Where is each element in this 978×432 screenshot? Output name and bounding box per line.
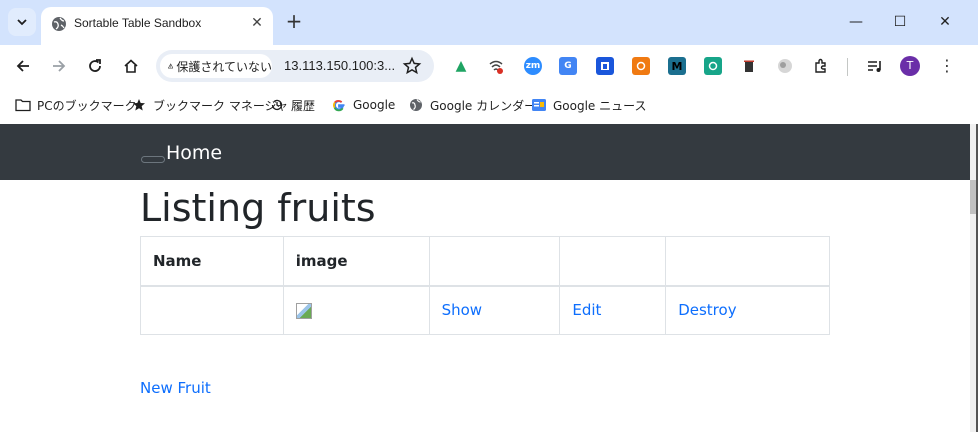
home-button[interactable]	[119, 54, 143, 78]
cell-destroy: Destroy	[665, 285, 830, 335]
back-button[interactable]	[11, 54, 35, 78]
bookmark-label: PCのブックマーク	[37, 98, 137, 113]
forward-button[interactable]	[47, 54, 71, 78]
chevron-down-icon	[17, 19, 27, 26]
bookmark-pc[interactable]: PCのブックマーク	[15, 95, 137, 115]
new-tab-button[interactable]: +	[283, 10, 305, 32]
extension-green-icon[interactable]	[704, 57, 722, 75]
bookmark-star-icon[interactable]	[402, 56, 422, 76]
browser-window: Sortable Table Sandbox ✕ + — ☐ ✕ 保護されていな…	[0, 0, 978, 432]
url-text[interactable]: 13.113.150.100:3...	[284, 58, 395, 73]
column-header-edit	[559, 236, 667, 287]
new-fruit-link[interactable]: New Fruit	[140, 379, 211, 397]
destroy-link[interactable]: Destroy	[678, 301, 736, 319]
tab-close-icon[interactable]: ✕	[249, 15, 265, 31]
google-icon	[331, 97, 347, 113]
zoom-icon[interactable]: zm	[524, 57, 542, 75]
extension-m-icon[interactable]: M	[668, 57, 686, 75]
extension-gray-icon[interactable]	[776, 57, 794, 75]
reload-button[interactable]	[83, 54, 107, 78]
translate-icon[interactable]: G	[559, 57, 577, 75]
bookmark-history[interactable]: 履歴	[269, 95, 315, 115]
page-viewport: Home Listing fruits Name image Show Edit…	[0, 124, 978, 432]
home-icon	[124, 59, 138, 73]
extension-blue-icon[interactable]	[596, 57, 614, 75]
bookmarks-bar: PCのブックマーク ブックマーク マネージャ 履歴 Google Google …	[0, 87, 978, 124]
star-icon	[131, 97, 147, 113]
close-window-button[interactable]: ✕	[931, 10, 959, 34]
tab-strip: Sortable Table Sandbox ✕ + — ☐ ✕	[0, 0, 978, 45]
reload-icon	[89, 59, 101, 72]
security-chip[interactable]: 保護されていない	[160, 54, 272, 78]
trash-icon[interactable]	[740, 57, 758, 75]
bookmark-google[interactable]: Google	[331, 95, 395, 115]
browser-toolbar: 保護されていない 13.113.150.100:3... ▲ zm G M T …	[0, 45, 978, 87]
history-icon	[269, 97, 285, 113]
navbar: Home	[0, 124, 970, 180]
menu-kebab-icon[interactable]: ⋮	[937, 55, 957, 77]
column-header-name: Name	[140, 236, 284, 287]
fruits-table: Name image Show Edit Destroy	[140, 236, 830, 335]
bookmark-google-news[interactable]: Google ニュース	[531, 95, 647, 115]
cell-show: Show	[428, 285, 561, 335]
globe-icon	[51, 16, 67, 32]
bookmark-manager[interactable]: ブックマーク マネージャ	[131, 95, 288, 115]
tab-search-button[interactable]	[8, 8, 36, 36]
bookmark-label: Google	[353, 98, 396, 112]
table-header-row: Name image	[140, 236, 830, 287]
warning-icon	[168, 63, 174, 69]
minimize-button[interactable]: —	[842, 10, 870, 34]
media-control-icon[interactable]	[866, 57, 884, 75]
arrow-left-icon	[16, 60, 29, 72]
toolbar-divider	[847, 58, 848, 76]
bookmark-label: 履歴	[291, 98, 316, 113]
table-row: Show Edit Destroy	[140, 285, 830, 335]
cell-edit: Edit	[559, 285, 667, 335]
profile-avatar[interactable]: T	[900, 56, 920, 76]
google-news-icon	[531, 97, 547, 113]
broken-image-icon	[295, 302, 312, 319]
show-link[interactable]: Show	[442, 301, 482, 319]
column-header-image: image	[282, 236, 430, 287]
arrow-right-icon	[53, 60, 66, 72]
edit-link[interactable]: Edit	[572, 301, 601, 319]
globe-icon	[408, 97, 424, 113]
navbar-toggler-button[interactable]	[141, 156, 165, 163]
column-header-show	[428, 236, 561, 287]
extensions-puzzle-icon[interactable]	[812, 57, 830, 75]
tab-active[interactable]: Sortable Table Sandbox ✕	[41, 7, 273, 45]
extension-orange-icon[interactable]	[632, 57, 650, 75]
address-bar[interactable]: 保護されていない 13.113.150.100:3...	[156, 50, 434, 82]
cell-name	[140, 285, 284, 335]
maximize-button[interactable]: ☐	[886, 10, 914, 34]
page-title: Listing fruits	[140, 186, 376, 230]
bookmark-google-calendar[interactable]: Google カレンダー	[408, 95, 536, 115]
bookmark-label: Google カレンダー	[430, 98, 537, 113]
bookmark-label: Google ニュース	[553, 98, 647, 113]
wifi-icon[interactable]	[487, 57, 505, 75]
google-drive-icon[interactable]: ▲	[452, 57, 470, 75]
nav-home-link[interactable]: Home	[166, 142, 222, 164]
cell-image	[282, 285, 430, 335]
tab-title: Sortable Table Sandbox	[74, 16, 202, 30]
bookmark-label: ブックマーク マネージャ	[153, 98, 288, 113]
folder-icon	[15, 97, 31, 113]
security-label: 保護されていない	[176, 59, 272, 74]
column-header-destroy	[665, 236, 830, 287]
